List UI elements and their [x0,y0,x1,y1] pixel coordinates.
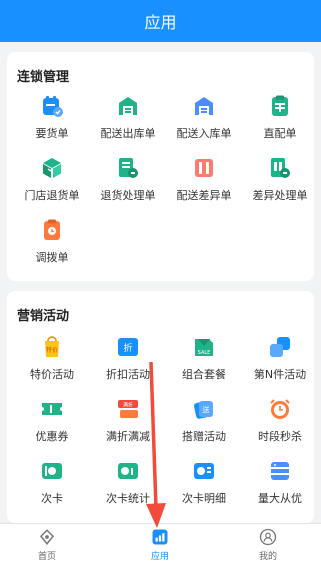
app-item-label: 要货单 [35,127,69,140]
app-item-label: 退货处理单 [100,189,156,202]
return-process-icon [119,158,138,178]
app-item-label: 时段秒杀 [258,430,302,443]
app-item-nth-item[interactable]: 第N件活动 [242,335,318,395]
app-item-label: 配送出库单 [100,127,156,140]
app-item-coupon[interactable]: 优惠券 [14,397,90,457]
app-item-transfer[interactable]: 调拨单 [14,218,90,278]
delivery-in-icon [195,97,213,115]
full-reduction-badge: 满折 [123,402,133,409]
app-item-label: 特价活动 [30,368,74,381]
card-detail-icon [194,463,214,479]
app-item-return-process[interactable]: 退货处理单 [90,156,166,216]
app-item-label: 配送差异单 [176,189,232,202]
app-item-label: 满折满减 [106,430,150,443]
app-item-times-card[interactable]: 次卡 [14,459,90,519]
app-item-label: 优惠券 [35,430,69,443]
tab-label: 首页 [37,552,56,562]
times-card-icon [42,463,62,479]
app-item-delivery-out[interactable]: 配送出库单 [90,94,166,154]
discount-badge: 折 [123,342,132,354]
coupon-icon [42,403,62,415]
app-item-discount[interactable]: 折 折扣活动 [90,335,166,395]
app-item-label: 调拨单 [35,251,69,264]
app-item-special-price[interactable]: 特价 特价活动 [14,335,90,395]
flash-sale-icon [270,399,290,419]
app-item-label: 差异处理单 [252,189,308,202]
app-item-store-return[interactable]: 门店退货单 [14,156,90,216]
page-title: 应用 [144,13,177,32]
app-item-label: 搭赠活动 [182,430,226,443]
delivery-out-icon [119,97,137,115]
store-return-icon [43,158,61,178]
app-item-label: 次卡明细 [182,492,226,505]
nth-item-icon [270,337,290,357]
app-item-label: 门店退货单 [24,189,80,202]
tab-apps[interactable]: 应用 [130,524,190,565]
apps-icon [152,529,168,545]
header-bar: 应用 [0,0,321,42]
discount-icon: 折 [118,338,138,356]
profile-icon [259,528,277,546]
app-item-label: 折扣活动 [106,368,150,381]
app-item-flash-sale[interactable]: 时段秒杀 [242,397,318,457]
diff-process-icon [271,158,290,178]
section-title-chain: 连锁管理 [17,70,70,85]
app-item-delivery-diff[interactable]: 配送差异单 [166,156,242,216]
app-item-card-stats[interactable]: 次卡统计 [90,459,166,519]
bottom-tabbar: 首页 应用 我的 [0,523,321,565]
gift-badge: 送 [203,405,210,414]
app-item-label: 直配单 [263,127,297,140]
app-item-label: 配送入库单 [176,127,232,140]
full-reduction-icon: 满折 [118,400,138,418]
tab-label: 我的 [258,552,277,562]
app-item-label: 量大从优 [258,492,302,505]
special-price-badge: 特价 [46,346,58,354]
app-item-full-reduction[interactable]: 满折 满折满减 [90,397,166,457]
gift-icon: 送 [194,401,213,419]
app-item-delivery-in[interactable]: 配送入库单 [166,94,242,154]
app-item-combo[interactable]: SALE 组合套餐 [166,335,242,395]
app-item-bulk-discount[interactable]: 量大从优 [242,459,318,519]
section-title-marketing: 营销活动 [17,309,70,324]
delivery-diff-icon [195,159,213,177]
tab-home[interactable]: 首页 [17,524,77,565]
app-item-label: 次卡 [41,492,63,505]
special-price-icon: 特价 [45,336,59,357]
marketing-card: 营销活动 特价 特价活动 折 折扣活动 SALE 组合套餐 第N件活动 优惠券 … [7,291,314,523]
tab-label: 应用 [150,552,169,562]
app-item-card-detail[interactable]: 次卡明细 [166,459,242,519]
order-request-icon [43,96,63,117]
app-item-label: 次卡统计 [106,492,150,505]
app-item-label: 组合套餐 [182,368,226,381]
direct-delivery-icon [272,95,288,116]
combo-badge: SALE [198,350,211,356]
transfer-icon [44,219,60,240]
card-stats-icon [118,463,138,479]
app-item-direct-delivery[interactable]: 直配单 [242,94,318,154]
app-item-label: 第N件活动 [253,368,307,381]
chain-management-card: 连锁管理 要货单 配送出库单 配送入库单 直配单 门店退货单 退货处理单 配送差… [7,52,314,281]
tab-profile[interactable]: 我的 [238,524,298,565]
app-item-order-request[interactable]: 要货单 [14,94,90,154]
app-item-gift[interactable]: 送 搭赠活动 [166,397,242,457]
bulk-discount-icon [271,462,289,480]
home-icon [39,529,55,545]
combo-icon: SALE [195,339,213,356]
app-item-diff-process[interactable]: 差异处理单 [242,156,318,216]
